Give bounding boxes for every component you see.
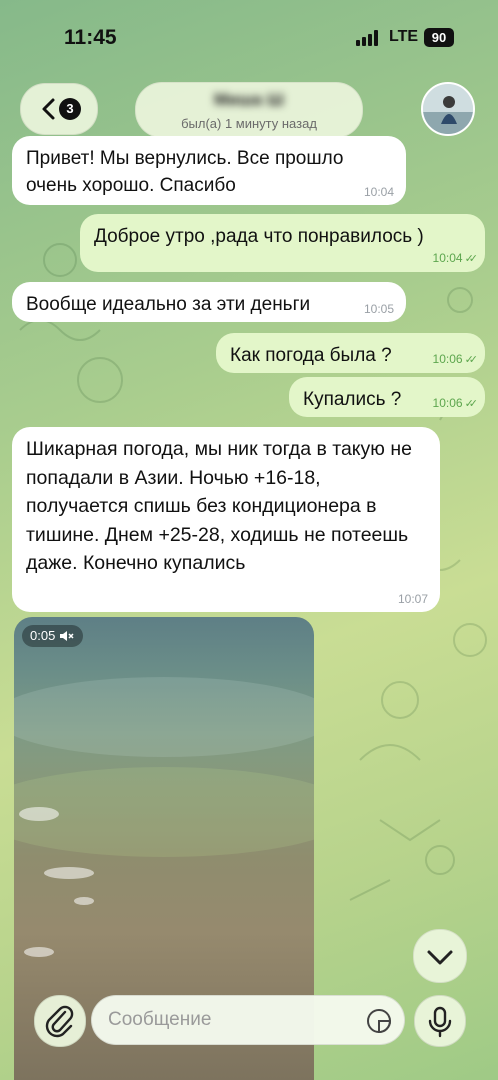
read-checkmarks-icon: ✓✓ [464, 354, 479, 366]
video-duration: 0:05 [30, 628, 56, 643]
battery-indicator: 90 [424, 28, 454, 47]
status-bar: 11:45 LTE 90 [0, 0, 498, 70]
unread-count-badge: 3 [59, 98, 81, 120]
signal-strength-icon [356, 30, 382, 46]
attach-button[interactable] [34, 995, 86, 1047]
avatar[interactable] [421, 82, 475, 136]
message-text: Купались ? [303, 389, 402, 410]
scroll-to-bottom-button[interactable] [413, 929, 467, 983]
status-time: 11:45 [64, 26, 117, 49]
message-text: Шикарная погода, мы ник тогда в такую не… [26, 438, 412, 574]
message-text: Как погода была ? [230, 345, 392, 366]
message-time: 10:04 [432, 251, 463, 265]
message-bubble-outgoing[interactable]: Как погода была ? 10:06 ✓✓ [216, 333, 485, 373]
message-bubble-incoming[interactable]: Шикарная погода, мы ник тогда в такую не… [12, 427, 440, 612]
contact-last-seen: был(а) 1 минуту назад [181, 116, 317, 131]
message-text: Доброе утро ,рада что понравилось ) [94, 226, 424, 247]
video-duration-badge: 0:05 [22, 625, 84, 647]
message-bubble-outgoing[interactable]: Купались ? 10:06 ✓✓ [289, 377, 485, 417]
read-checkmarks-icon: ✓✓ [464, 253, 479, 265]
read-checkmarks-icon: ✓✓ [464, 398, 479, 410]
message-bubble-incoming[interactable]: Вообще идеально за эти деньги 10:05 [12, 282, 406, 322]
chat-title[interactable]: Миша Ш был(а) 1 минуту назад [135, 82, 363, 138]
chevron-down-icon [427, 950, 453, 965]
chevron-left-icon [42, 98, 55, 120]
avatar-image [423, 84, 473, 134]
speaker-muted-icon [60, 631, 74, 641]
network-type: LTE [389, 28, 419, 45]
message-time: 10:05 [363, 302, 394, 316]
message-text: Привет! Мы вернулись. Все прошло очень х… [26, 148, 344, 196]
back-button[interactable]: 3 [20, 83, 98, 135]
message-bubble-outgoing[interactable]: Доброе утро ,рада что понравилось ) 10:0… [80, 214, 485, 272]
contact-name: Миша Ш [213, 90, 285, 109]
message-time: 10:07 [397, 592, 428, 606]
message-time: 10:06 [432, 352, 463, 366]
message-time: 10:06 [432, 396, 463, 410]
message-input-placeholder: Сообщение [108, 1009, 212, 1030]
microphone-button[interactable] [414, 995, 466, 1047]
sticker-icon[interactable] [366, 1008, 392, 1034]
message-time: 10:04 [363, 185, 394, 199]
microphone-icon [428, 1006, 452, 1038]
paperclip-icon [45, 1005, 74, 1038]
message-input[interactable]: Сообщение [91, 995, 405, 1045]
message-text: Вообще идеально за эти деньги [26, 294, 311, 315]
message-bubble-incoming[interactable]: Привет! Мы вернулись. Все прошло очень х… [12, 136, 406, 205]
